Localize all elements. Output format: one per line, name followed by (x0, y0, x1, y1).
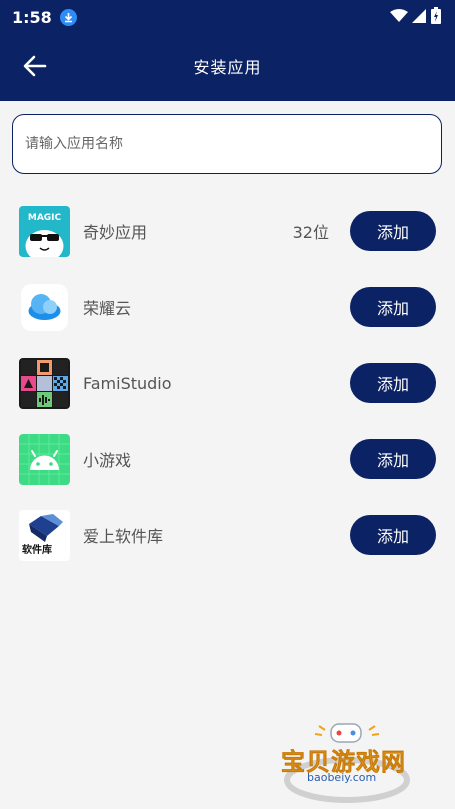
famistudio-icon (19, 357, 70, 409)
magic-icon-text: MAGIC (28, 213, 62, 223)
android-game-icon (19, 433, 70, 485)
app-name: 奇妙应用 (83, 223, 148, 242)
app-name: FamiStudio (83, 373, 172, 393)
search-input[interactable] (13, 115, 441, 173)
add-button[interactable]: 添加 (350, 211, 436, 251)
add-button[interactable]: 添加 (350, 515, 436, 555)
software-library-icon: 软件库 (19, 509, 70, 561)
list-item: FamiStudio 添加 (0, 345, 455, 421)
status-bar: 1:58 (12, 6, 441, 28)
app-name: 荣耀云 (83, 299, 132, 318)
search-box (12, 114, 442, 174)
list-item: 荣耀云 添加 (0, 269, 455, 345)
library-icon-text: 软件库 (22, 543, 52, 556)
honor-cloud-icon (21, 283, 68, 331)
list-item: MAGIC 奇妙应用 32位 添加 (0, 193, 455, 269)
signal-icon (412, 8, 427, 27)
wifi-icon (390, 8, 408, 27)
battery-icon (431, 6, 441, 28)
nav-bar: 安装应用 (0, 40, 455, 92)
list-item: 软件库 爱上软件库 添加 (0, 497, 455, 573)
status-time: 1:58 (12, 7, 52, 27)
download-icon (59, 8, 77, 26)
watermark-url: baobeiy.com (307, 771, 377, 784)
list-item: 小游戏 添加 (0, 421, 455, 497)
app-name: 小游戏 (83, 451, 132, 470)
add-button[interactable]: 添加 (350, 363, 436, 403)
magic-app-icon: MAGIC (19, 205, 70, 257)
app-count: 32位 (292, 223, 329, 242)
app-name: 爱上软件库 (83, 527, 164, 546)
add-button[interactable]: 添加 (350, 287, 436, 327)
app-list: MAGIC 奇妙应用 32位 添加 荣耀云 添加 FamiStudio 添加 小… (0, 193, 455, 573)
add-button[interactable]: 添加 (350, 439, 436, 479)
top-bar: 1:58 安装应用 (0, 0, 455, 101)
watermark-logo: 宝贝游戏网 baobeiy.com (275, 718, 445, 803)
page-title: 安装应用 (193, 58, 262, 77)
